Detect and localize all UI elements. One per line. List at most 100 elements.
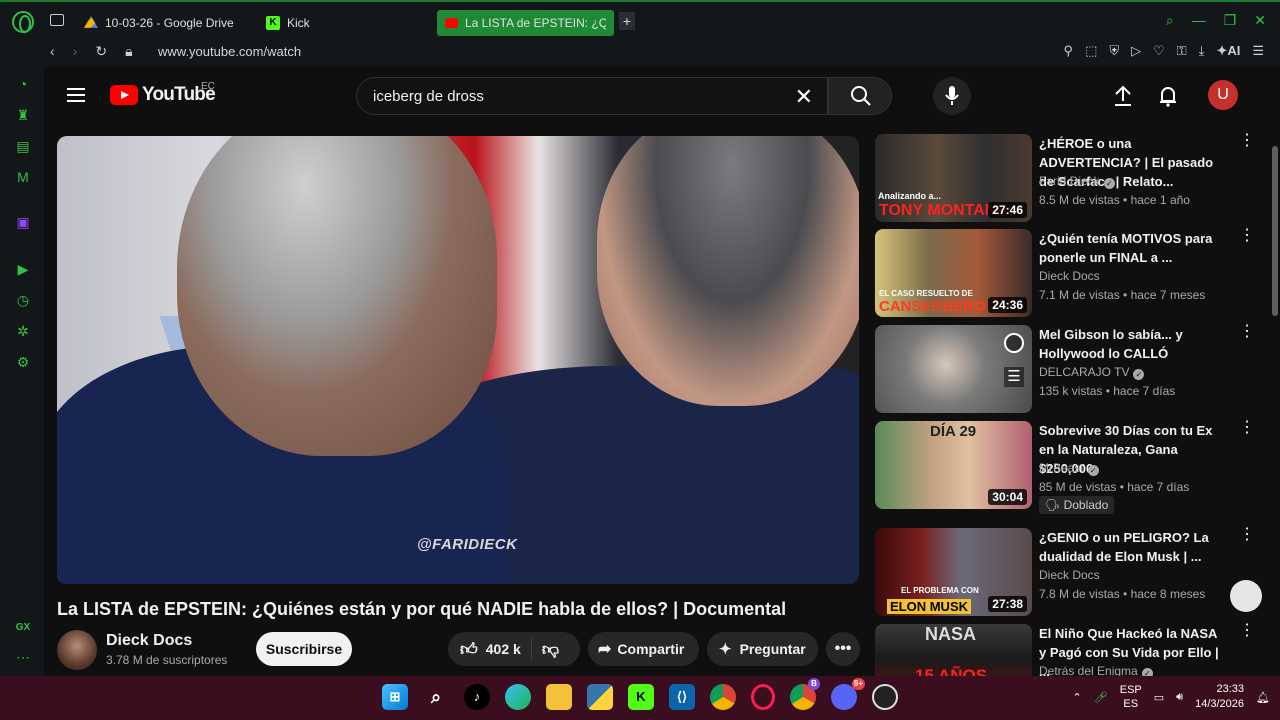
video-thumbnail[interactable]: NASA 15 AÑOS (875, 624, 1032, 676)
extensions-puzzle-icon[interactable]: ✲ (14, 323, 32, 341)
more-dots-icon[interactable]: ⋯ (14, 649, 32, 667)
maximize-icon[interactable]: ❐ (1224, 12, 1237, 29)
play-icon[interactable]: ▷ (1131, 43, 1141, 59)
gx-corner-label[interactable]: GX (14, 622, 32, 640)
python-icon[interactable] (587, 684, 613, 710)
more-options-icon[interactable]: ⋮ (1239, 324, 1255, 340)
channel-name[interactable]: Dieck Docs (106, 632, 192, 650)
shield-icon[interactable]: ⛨ (1109, 43, 1119, 59)
recommendation-item[interactable]: NASA 15 AÑOS El Niño Que Hackeó la NASA … (875, 623, 1255, 676)
recommendation-item[interactable]: EL CASO RESUELTO DE CANSERBERO 24:36 ¿Qu… (875, 228, 1255, 319)
recommendation-channel[interactable]: Farid Dieck ✓ (1039, 174, 1115, 189)
recommendation-item[interactable]: ☰ Mel Gibson lo sabía... y Hollywood lo … (875, 324, 1255, 415)
recommendation-channel[interactable]: DELCARAJO TV ✓ (1039, 365, 1145, 380)
reload-icon[interactable]: ↻ (95, 43, 107, 60)
video-thumbnail[interactable]: DÍA 29 30:04 (875, 421, 1032, 509)
microphone-icon[interactable]: 🎤︎ (1094, 691, 1108, 704)
clear-search-icon[interactable]: ✕ (795, 84, 813, 110)
messenger-icon[interactable]: M (14, 169, 32, 187)
pin-icon[interactable]: ⚲ (1064, 43, 1074, 59)
edge-icon[interactable] (505, 684, 531, 710)
chrome-icon[interactable] (710, 684, 736, 710)
search-button[interactable] (828, 77, 892, 115)
account-avatar[interactable]: U (1208, 80, 1238, 110)
video-thumbnail[interactable]: EL PROBLEMA CON ELON MUSK 27:38 (875, 528, 1032, 616)
clock[interactable]: 23:33 14/3/2026 (1195, 682, 1244, 712)
subscribe-button[interactable]: Suscribirse (256, 632, 352, 666)
page-scrollbar[interactable] (1270, 136, 1280, 676)
floating-assistant-avatar[interactable] (1230, 580, 1262, 612)
tab-kick[interactable]: K Kick (266, 11, 310, 35)
ai-button[interactable]: ✦AI (1216, 43, 1240, 59)
more-actions-button[interactable]: ••• (826, 632, 860, 666)
vscode-icon[interactable]: ⟨⟩ (669, 684, 695, 710)
settings-gear-icon[interactable]: ⚙ (14, 354, 32, 372)
extensions-icon[interactable]: ♜ (14, 107, 32, 125)
youtube-logo[interactable]: YouTube (110, 84, 216, 106)
show-hidden-icons-chevron-icon[interactable]: ⌃ (1073, 691, 1082, 704)
add-to-queue-icon[interactable]: ☰ (1004, 367, 1024, 387)
share-button[interactable]: ➦ Compartir (588, 632, 699, 666)
forward-icon[interactable]: › (73, 43, 78, 60)
recommendation-title[interactable]: ¿GENIO o un PELIGRO? La dualidad de Elon… (1039, 528, 1225, 566)
notification-bell-icon[interactable]: 🔔︎ (1256, 691, 1270, 704)
like-button[interactable]: 👍︎ 402 k (460, 639, 521, 660)
language-indicator[interactable]: ESP ES (1120, 683, 1142, 711)
recommendation-item[interactable]: Analizando a... TONY MONTANA 27:46 ¿HÉRO… (875, 133, 1255, 224)
recommendation-channel[interactable]: Dieck Docs (1039, 269, 1100, 283)
video-thumbnail[interactable]: Analizando a... TONY MONTANA 27:46 (875, 134, 1032, 222)
more-options-icon[interactable]: ⋮ (1239, 623, 1255, 639)
tab-google-drive[interactable]: 10-03-26 - Google Drive (84, 11, 234, 35)
recommendation-title[interactable]: Mel Gibson lo sabía... y Hollywood lo CA… (1039, 325, 1225, 363)
heart-icon[interactable]: ♡ (1153, 43, 1165, 59)
more-options-icon[interactable]: ⋮ (1239, 527, 1255, 543)
video-thumbnail[interactable]: ☰ (875, 325, 1032, 413)
new-tab-plus-icon[interactable]: + (619, 12, 635, 30)
kick-icon[interactable]: K (628, 684, 654, 710)
tab-youtube-active[interactable]: La LISTA de EPSTEIN: ¿Qui (437, 10, 614, 36)
windows-start-icon[interactable]: ⊞ (382, 684, 408, 710)
player-icon[interactable]: ▶ (14, 261, 32, 279)
news-icon[interactable]: ▤ (14, 138, 32, 156)
recommendation-channel[interactable]: MrBeast ✓ (1039, 461, 1099, 476)
more-options-icon[interactable]: ⋮ (1239, 228, 1255, 244)
recommendation-item[interactable]: DÍA 29 30:04 Sobrevive 30 Días con tu Ex… (875, 420, 1255, 521)
back-icon[interactable]: ‹ (50, 43, 55, 60)
search-tabs-icon[interactable]: ⌕ (1166, 12, 1174, 29)
opera-gx-logo-icon[interactable] (12, 11, 34, 33)
menu-icon[interactable]: ☰ (1252, 43, 1264, 59)
dislike-button[interactable]: 👎︎ (542, 639, 559, 660)
upload-icon[interactable] (1113, 85, 1133, 107)
download-icon[interactable]: ⤓ (1199, 43, 1205, 59)
video-thumbnail[interactable]: EL CASO RESUELTO DE CANSERBERO 24:36 (875, 229, 1032, 317)
hamburger-menu-icon[interactable] (67, 88, 85, 102)
speed-dial-icon[interactable]: ◔ (14, 76, 32, 94)
close-window-icon[interactable]: ✕ (1254, 12, 1266, 29)
network-icon[interactable]: ▭ (1154, 691, 1164, 704)
discord-icon[interactable]: 9+ (831, 678, 865, 710)
recommendation-channel[interactable]: Detrás del Enigma ✓ (1039, 664, 1153, 676)
search-icon[interactable]: ⌕ (423, 684, 449, 710)
tiktok-icon[interactable]: ♪ (464, 684, 490, 710)
twitch-icon[interactable]: ▣ (14, 214, 32, 232)
channel-avatar[interactable] (57, 630, 97, 670)
opera-gx-icon[interactable] (751, 684, 775, 710)
volume-icon[interactable]: 🔊︎ (1176, 691, 1183, 704)
more-options-icon[interactable]: ⋮ (1239, 133, 1255, 149)
minimize-icon[interactable]: — (1192, 12, 1206, 29)
recommendation-item[interactable]: EL PROBLEMA CON ELON MUSK 27:38 ¿GENIO o… (875, 527, 1255, 618)
scrollbar-thumb[interactable] (1272, 146, 1278, 316)
voice-search-button[interactable] (933, 77, 971, 115)
notifications-bell-icon[interactable] (1158, 85, 1178, 107)
history-icon[interactable]: ◷ (14, 292, 32, 310)
file-explorer-icon[interactable] (546, 684, 572, 710)
snapshot-icon[interactable]: ⬚ (1085, 43, 1097, 59)
ask-button[interactable]: ✦ Preguntar (707, 632, 818, 666)
chrome-profile-icon[interactable]: B (790, 678, 820, 710)
recommendation-title[interactable]: ¿Quién tenía MOTIVOS para ponerle un FIN… (1039, 229, 1225, 267)
more-options-icon[interactable]: ⋮ (1239, 420, 1255, 436)
wallet-icon[interactable]: ⚿ (1177, 43, 1187, 59)
video-player[interactable]: @FARIDIECK (57, 136, 859, 584)
watch-later-clock-icon[interactable] (1004, 333, 1024, 353)
tab-overview-icon[interactable] (50, 14, 64, 26)
